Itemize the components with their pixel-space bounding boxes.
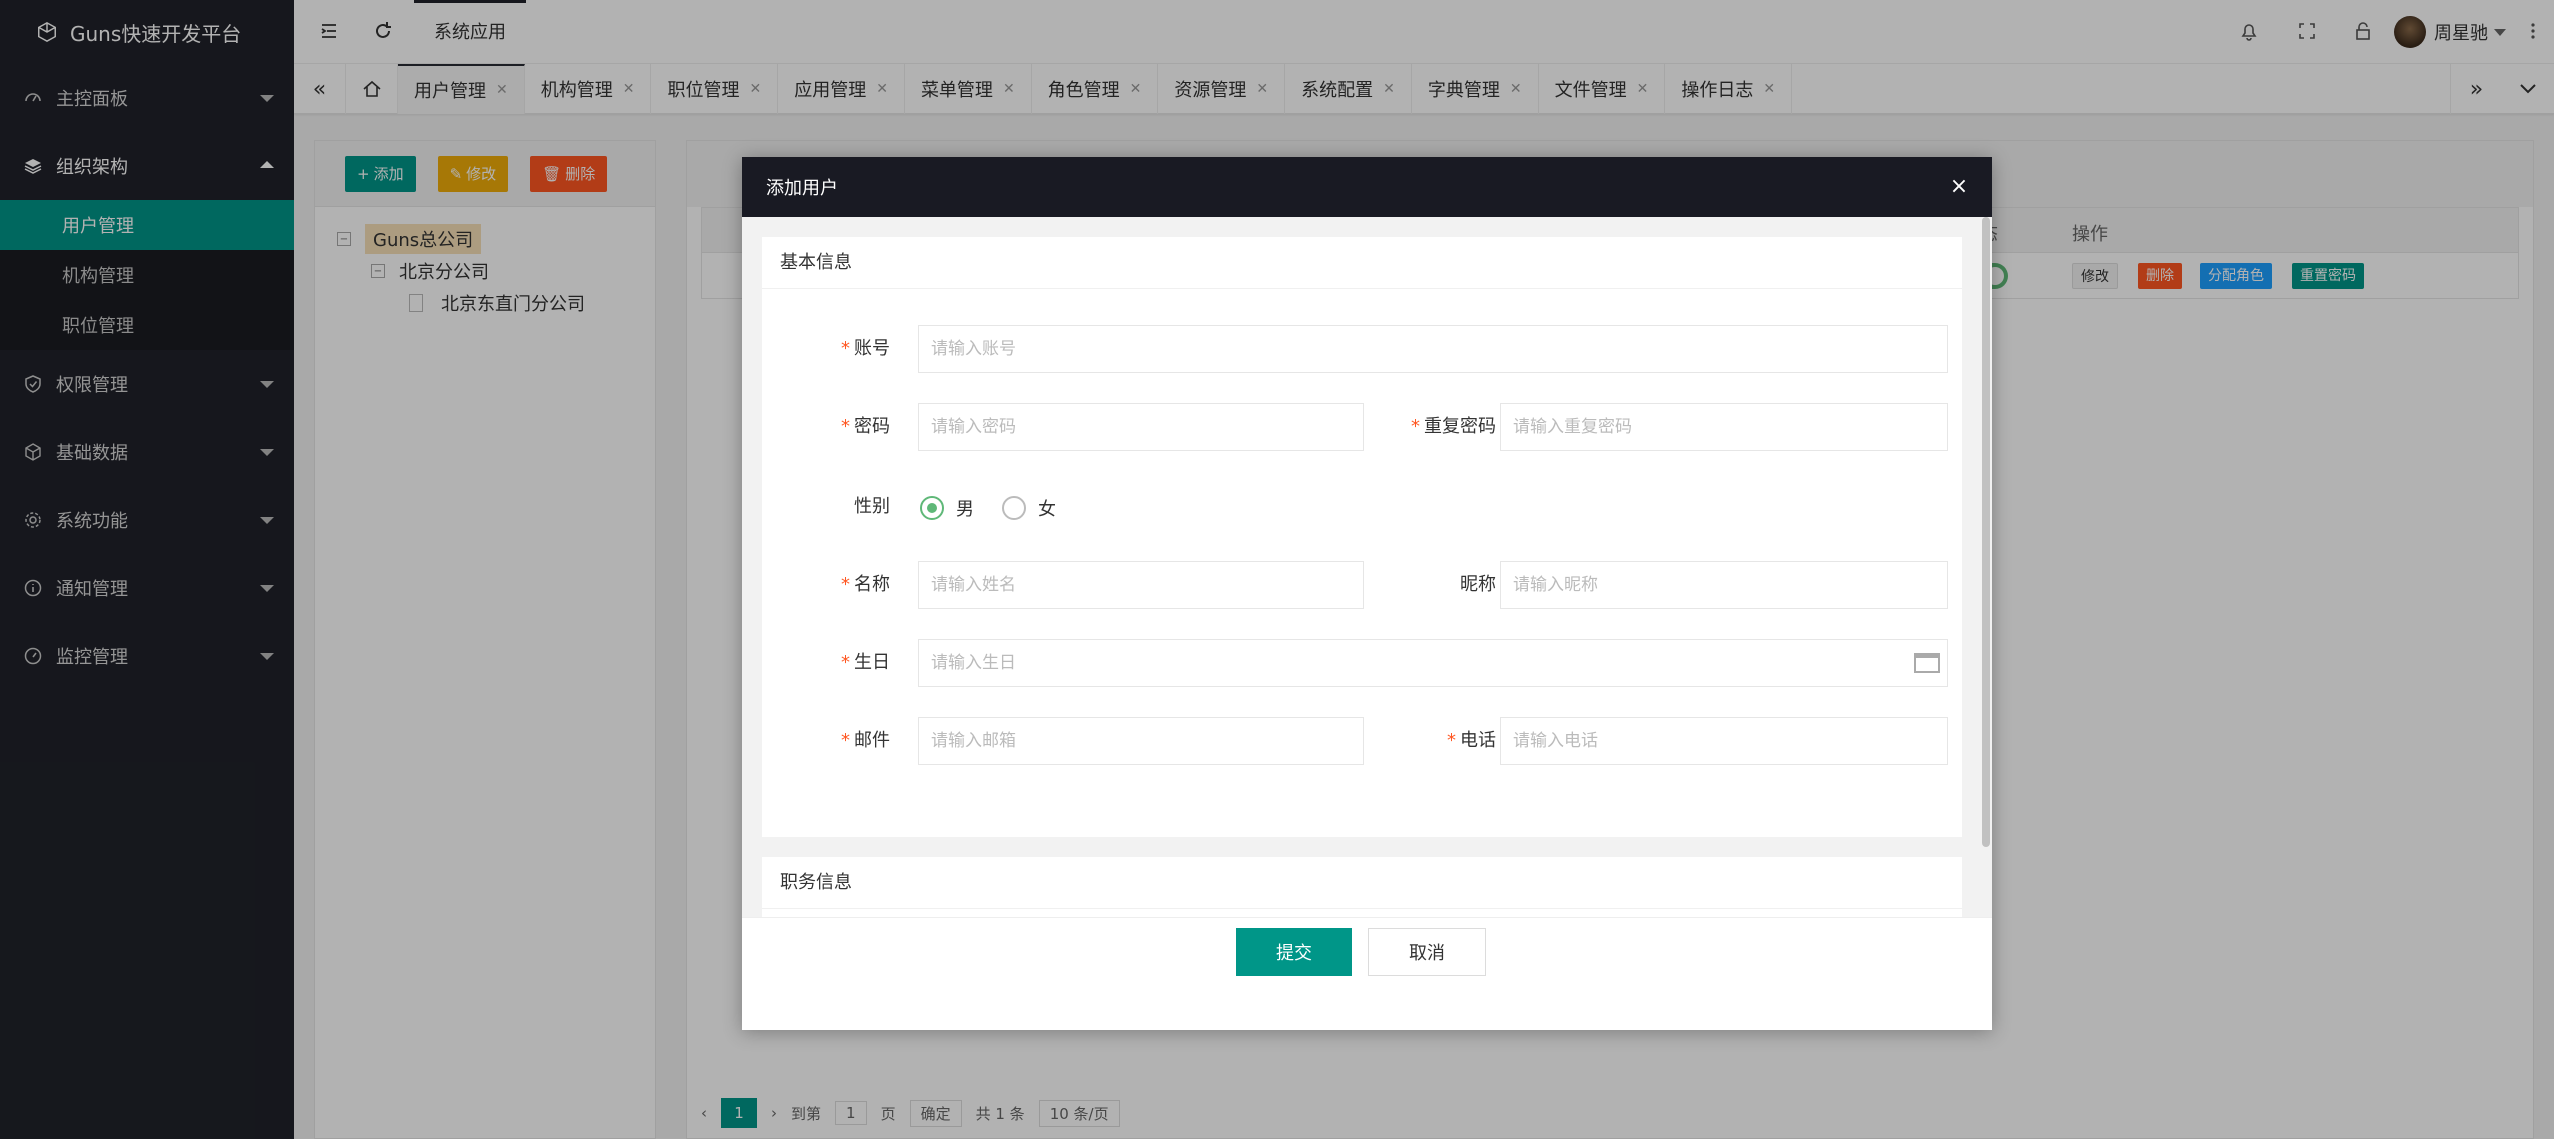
- section-title-basic: 基本信息: [762, 237, 1962, 289]
- required-mark: *: [841, 574, 850, 595]
- email-label-text: 邮件: [854, 730, 890, 751]
- password-label-text: 密码: [854, 416, 890, 437]
- gender-female-label: 女: [1038, 499, 1056, 520]
- birthday-label: * 生日: [790, 639, 890, 687]
- required-mark: *: [1411, 416, 1420, 437]
- account-label: * 账号: [790, 325, 890, 373]
- dialog-body: 基本信息 *账号 *密码 *重复密码 性别 男 女 *名称 昵称: [742, 217, 1992, 917]
- basic-info-card: 基本信息 *账号 *密码 *重复密码 性别 男 女 *名称 昵称: [762, 237, 1962, 837]
- dialog-scrollbar[interactable]: [1980, 217, 1992, 917]
- repeat-password-label: * 重复密码: [1374, 403, 1496, 451]
- required-mark: *: [841, 338, 850, 359]
- phone-label-text: 电话: [1460, 730, 1496, 751]
- nickname-label: 昵称: [1460, 574, 1496, 595]
- name-input[interactable]: [918, 561, 1364, 609]
- nickname-input[interactable]: [1500, 561, 1948, 609]
- name-label-text: 名称: [854, 574, 890, 595]
- repeat-password-label-text: 重复密码: [1424, 416, 1496, 437]
- gender-male-radio[interactable]: 男: [920, 495, 974, 521]
- submit-button[interactable]: 提交: [1236, 928, 1352, 976]
- birthday-label-text: 生日: [854, 652, 890, 673]
- scrollbar-thumb[interactable]: [1982, 217, 1990, 847]
- radio-unchecked-icon: [1002, 496, 1026, 520]
- email-label: * 邮件: [790, 717, 890, 765]
- job-info-card: 职务信息: [762, 857, 1962, 917]
- email-input[interactable]: [918, 717, 1364, 765]
- dialog-title: 添加用户: [766, 178, 838, 199]
- password-label: * 密码: [790, 403, 890, 451]
- radio-checked-icon: [920, 496, 944, 520]
- dialog-footer: 提交 取消: [742, 917, 1992, 1030]
- dialog-title-bar: 添加用户 ×: [742, 157, 1992, 217]
- gender-label: 性别: [854, 496, 890, 517]
- gender-female-radio[interactable]: 女: [1002, 495, 1056, 521]
- account-label-text: 账号: [854, 338, 890, 359]
- phone-label: * 电话: [1374, 717, 1496, 765]
- add-user-dialog: 添加用户 × 基本信息 *账号 *密码 *重复密码 性别 男 女 *: [742, 157, 1992, 1030]
- name-label: * 名称: [790, 561, 890, 609]
- password-input[interactable]: [918, 403, 1364, 451]
- required-mark: *: [1447, 730, 1456, 751]
- calendar-icon[interactable]: [1914, 653, 1940, 673]
- required-mark: *: [841, 652, 850, 673]
- required-mark: *: [841, 730, 850, 751]
- section-title-job: 职务信息: [762, 857, 1962, 909]
- close-icon[interactable]: ×: [1948, 176, 1970, 198]
- phone-input[interactable]: [1500, 717, 1948, 765]
- cancel-button[interactable]: 取消: [1368, 928, 1486, 976]
- required-mark: *: [841, 416, 850, 437]
- repeat-password-input[interactable]: [1500, 403, 1948, 451]
- gender-male-label: 男: [956, 499, 974, 520]
- account-input[interactable]: [918, 325, 1948, 373]
- birthday-input[interactable]: [918, 639, 1948, 687]
